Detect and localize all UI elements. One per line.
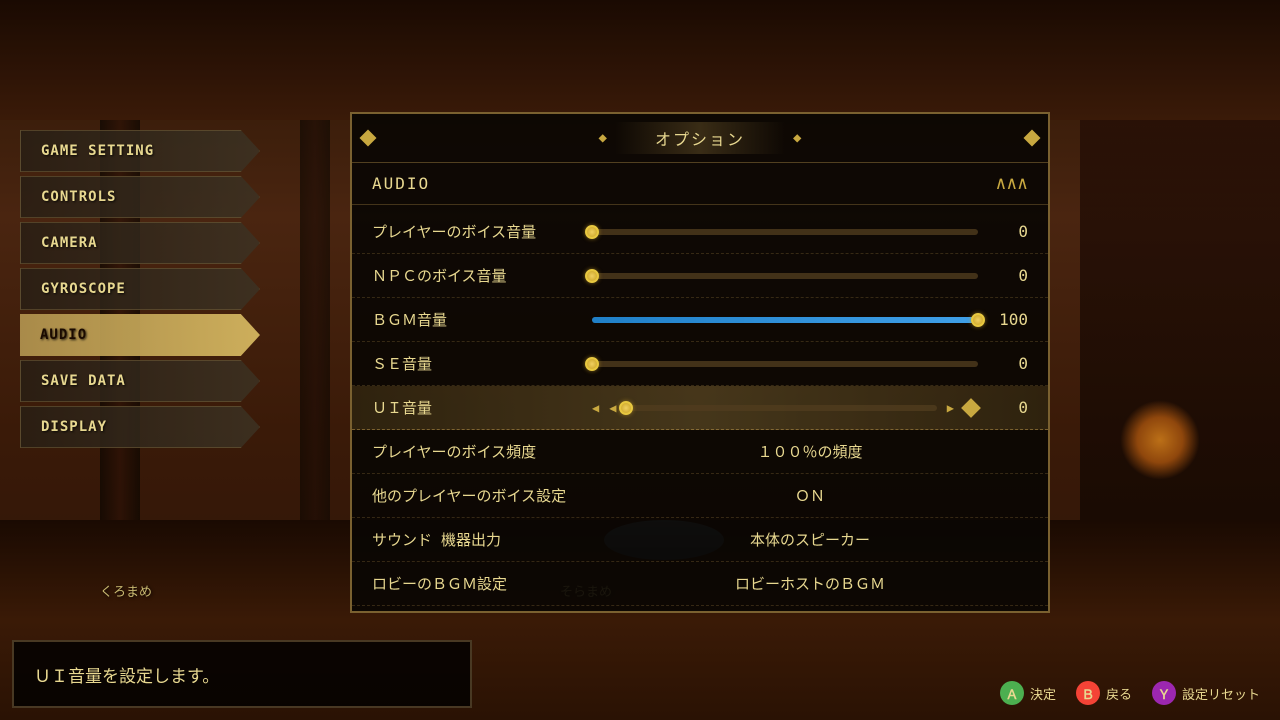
btn-b-label: Ｂ [1081,684,1094,703]
btn-hint-reset: Ｙ 設定リセット [1152,681,1260,705]
ceiling-beam-1 [0,0,1280,100]
btn-b[interactable]: Ｂ [1076,681,1100,705]
btn-y-label: Ｙ [1157,684,1170,703]
arrow-right-icon[interactable]: ▶ [947,401,954,415]
setting-select-sound-output: 本体のスピーカー [592,529,1028,550]
setting-control-player-voice-freq: １００％の頻度 [592,441,1028,462]
setting-value-npc-voice-vol: 0 [988,266,1028,285]
setting-label-player-voice-vol: プレイヤーのボイス音量 [372,221,592,242]
setting-label-sound-output: サウンド 機器出力 [372,529,592,550]
setting-row-player-voice-vol[interactable]: プレイヤーのボイス音量 0 [352,210,1048,254]
settings-list: プレイヤーのボイス音量 0 ＮＰＣのボイス音量 0 ＢＧＭ音量 [352,205,1048,611]
setting-value-player-voice-vol: 0 [988,222,1028,241]
setting-row-se-vol[interactable]: ＳＥ音量 0 [352,342,1048,386]
btn-b-action: 戻る [1106,684,1132,703]
setting-label-ui-vol: ＵＩ音量 [372,397,592,418]
title-diamond-left [360,130,377,147]
sidebar-label-controls: CONTROLS [41,189,116,205]
diamond-button[interactable] [961,398,981,418]
setting-row-ui-vol[interactable]: ＵＩ音量 ◀ ◀ ▶ 0 [352,386,1048,430]
btn-hint-confirm: Ａ 決定 [1000,681,1056,705]
setting-control-other-voice: ＯＮ [592,485,1028,506]
setting-control-sound-output: 本体のスピーカー [592,529,1028,550]
setting-control-ui-vol: ◀ ◀ ▶ [592,401,978,415]
setting-value-se-vol: 0 [988,354,1028,373]
setting-select-other-voice: ＯＮ [592,485,1028,506]
setting-row-player-voice-freq[interactable]: プレイヤーのボイス頻度 １００％の頻度 [352,430,1048,474]
slider-track-ui-vol[interactable] [626,405,936,411]
sidebar-label-camera: CAMERA [41,235,98,251]
setting-label-bgm-vol: ＢＧＭ音量 [372,309,592,330]
nav-panel: GAME SETTING CONTROLS CAMERA GYROSCOPE A… [20,130,260,448]
setting-select-lobby-bgm: ロビーホストのＢＧＭ [592,573,1028,594]
slider-thumb-se-vol[interactable] [585,357,599,371]
slider-thumb-ui-vol[interactable] [619,401,633,415]
sidebar-label-game-setting: GAME SETTING [41,143,154,159]
hint-box: ＵＩ音量を設定します。 [12,640,472,708]
sidebar-label-save-data: SAVE DATA [41,373,126,389]
slider-track-npc-voice-vol[interactable] [592,273,978,279]
sidebar-label-gyroscope: GYROSCOPE [41,281,126,297]
player1-name: くろまめ [100,581,152,600]
setting-control-lobby-bgm: ロビーホストのＢＧＭ [592,573,1028,594]
setting-control-player-voice-vol [592,229,978,235]
setting-value-ui-vol: 0 [988,398,1028,417]
arrow-left2-icon[interactable]: ◀ [609,401,616,415]
lantern-glow [1120,400,1200,480]
options-panel: オプション AUDIO ∧∧∧ プレイヤーのボイス音量 0 ＮＰＣのボイス音量 [350,112,1050,613]
setting-label-other-voice: 他のプレイヤーのボイス設定 [372,485,592,506]
setting-select-player-voice-freq: １００％の頻度 [592,441,1028,462]
setting-control-npc-voice-vol [592,273,978,279]
setting-control-se-vol [592,361,978,367]
sidebar-item-save-data[interactable]: SAVE DATA [20,360,260,402]
sidebar-item-controls[interactable]: CONTROLS [20,176,260,218]
setting-control-bgm-vol [592,317,978,323]
section-title: AUDIO [372,174,430,193]
setting-row-other-voice[interactable]: 他のプレイヤーのボイス設定 ＯＮ [352,474,1048,518]
setting-label-npc-voice-vol: ＮＰＣのボイス音量 [372,265,592,286]
slider-track-bgm-vol[interactable] [592,317,978,323]
sidebar-item-game-setting[interactable]: GAME SETTING [20,130,260,172]
sidebar-label-audio: AUDIO [40,327,87,343]
btn-hint-back: Ｂ 戻る [1076,681,1132,705]
arrow-left-icon[interactable]: ◀ [592,401,599,415]
title-diamond-right [1024,130,1041,147]
setting-row-lobby-bgm[interactable]: ロビーのＢＧＭ設定 ロビーホストのＢＧＭ [352,562,1048,606]
btn-a-label: Ａ [1005,684,1018,703]
panel-title-bar: オプション [352,114,1048,163]
sidebar-item-gyroscope[interactable]: GYROSCOPE [20,268,260,310]
setting-label-lobby-bgm: ロビーのＢＧＭ設定 [372,573,592,594]
sidebar-item-audio[interactable]: AUDIO [20,314,260,356]
audio-icon: ∧∧∧ [995,173,1028,194]
btn-y[interactable]: Ｙ [1152,681,1176,705]
slider-track-player-voice-vol[interactable] [592,229,978,235]
slider-track-se-vol[interactable] [592,361,978,367]
btn-a[interactable]: Ａ [1000,681,1024,705]
setting-row-sound-output[interactable]: サウンド 機器出力 本体のスピーカー [352,518,1048,562]
setting-row-bgm-vol[interactable]: ＢＧＭ音量 100 [352,298,1048,342]
sidebar-item-camera[interactable]: CAMERA [20,222,260,264]
slider-thumb-player-voice-vol[interactable] [585,225,599,239]
setting-label-se-vol: ＳＥ音量 [372,353,592,374]
slider-thumb-bgm-vol[interactable] [971,313,985,327]
section-header: AUDIO ∧∧∧ [352,163,1048,205]
setting-label-player-voice-freq: プレイヤーのボイス頻度 [372,441,592,462]
slider-thumb-npc-voice-vol[interactable] [585,269,599,283]
slider-fill-bgm-vol [592,317,978,323]
panel-title-text: オプション [655,130,745,149]
bottom-controls: Ａ 決定 Ｂ 戻る Ｙ 設定リセット [1000,681,1260,705]
btn-y-action: 設定リセット [1182,684,1260,703]
btn-a-action: 決定 [1030,684,1056,703]
setting-value-bgm-vol: 100 [988,310,1028,329]
sidebar-item-display[interactable]: DISPLAY [20,406,260,448]
sidebar-label-display: DISPLAY [41,419,107,435]
hint-text: ＵＩ音量を設定します。 [34,662,219,687]
setting-row-npc-voice-vol[interactable]: ＮＰＣのボイス音量 0 [352,254,1048,298]
